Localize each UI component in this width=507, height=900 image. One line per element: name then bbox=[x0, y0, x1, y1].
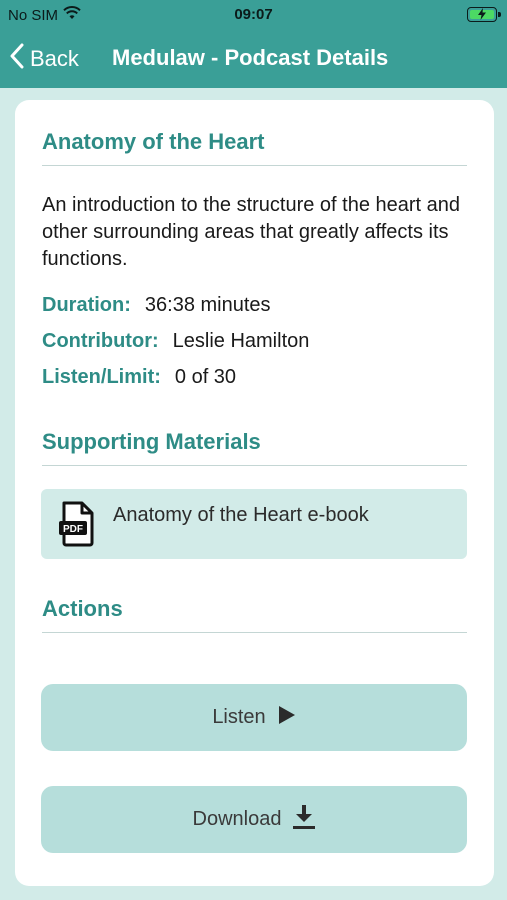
play-icon bbox=[278, 705, 296, 731]
contributor-label: Contributor: bbox=[42, 330, 159, 352]
podcast-title: Anatomy of the Heart bbox=[42, 129, 467, 166]
listen-button[interactable]: Listen bbox=[41, 684, 467, 751]
supporting-materials-heading: Supporting Materials bbox=[42, 429, 467, 466]
page-title: Medulaw - Podcast Details bbox=[112, 45, 389, 70]
status-bar: No SIM 09:07 bbox=[0, 0, 507, 32]
download-button[interactable]: Download bbox=[41, 786, 467, 853]
battery-icon bbox=[467, 7, 501, 22]
listen-limit-value: 0 of 30 bbox=[174, 366, 237, 388]
svg-text:PDF: PDF bbox=[63, 524, 83, 535]
navigation-bar: Back Medulaw - Podcast Details bbox=[0, 32, 507, 88]
actions-heading: Actions bbox=[42, 596, 467, 633]
chevron-left-icon bbox=[10, 43, 24, 75]
contributor-row: Contributor: Leslie Hamilton bbox=[42, 330, 309, 353]
material-item[interactable]: PDF Anatomy of the Heart e-book bbox=[41, 489, 467, 559]
material-label: Anatomy of the Heart e-book bbox=[113, 504, 369, 526]
download-icon bbox=[293, 804, 316, 836]
duration-value: 36:38 minutes bbox=[144, 294, 271, 316]
clock: 09:07 bbox=[234, 6, 273, 23]
listen-limit-row: Listen/Limit: 0 of 30 bbox=[42, 366, 236, 389]
download-label: Download bbox=[192, 808, 282, 830]
podcast-details-card: Anatomy of the Heart An introduction to … bbox=[15, 100, 494, 886]
listen-label: Listen bbox=[212, 706, 266, 728]
duration-row: Duration: 36:38 minutes bbox=[42, 294, 271, 317]
pdf-icon: PDF bbox=[58, 501, 96, 552]
podcast-description: An introduction to the structure of the … bbox=[42, 194, 461, 270]
back-label: Back bbox=[30, 46, 79, 71]
back-button[interactable]: Back bbox=[10, 43, 79, 75]
contributor-value: Leslie Hamilton bbox=[172, 330, 310, 352]
listen-limit-label: Listen/Limit: bbox=[42, 366, 161, 388]
duration-label: Duration: bbox=[42, 294, 131, 316]
